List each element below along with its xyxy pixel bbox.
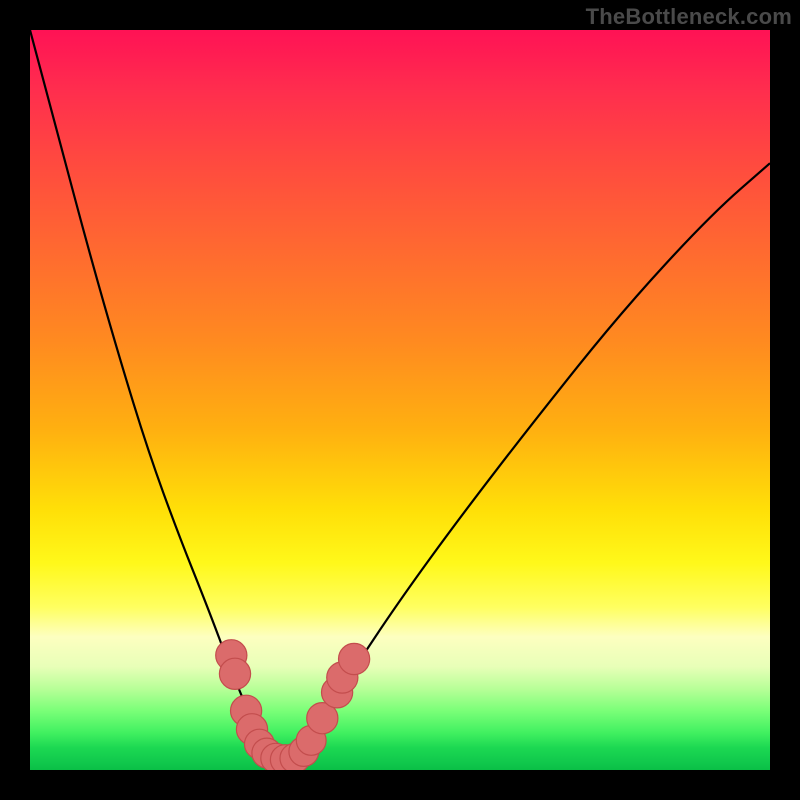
chart-overlay-svg [30, 30, 770, 770]
watermark-text: TheBottleneck.com [586, 4, 792, 30]
curve-marker [219, 658, 250, 689]
bottleneck-curve [30, 30, 770, 761]
chart-frame: TheBottleneck.com [0, 0, 800, 800]
curve-marker [339, 643, 370, 674]
marker-group [216, 640, 370, 770]
plot-area [30, 30, 770, 770]
